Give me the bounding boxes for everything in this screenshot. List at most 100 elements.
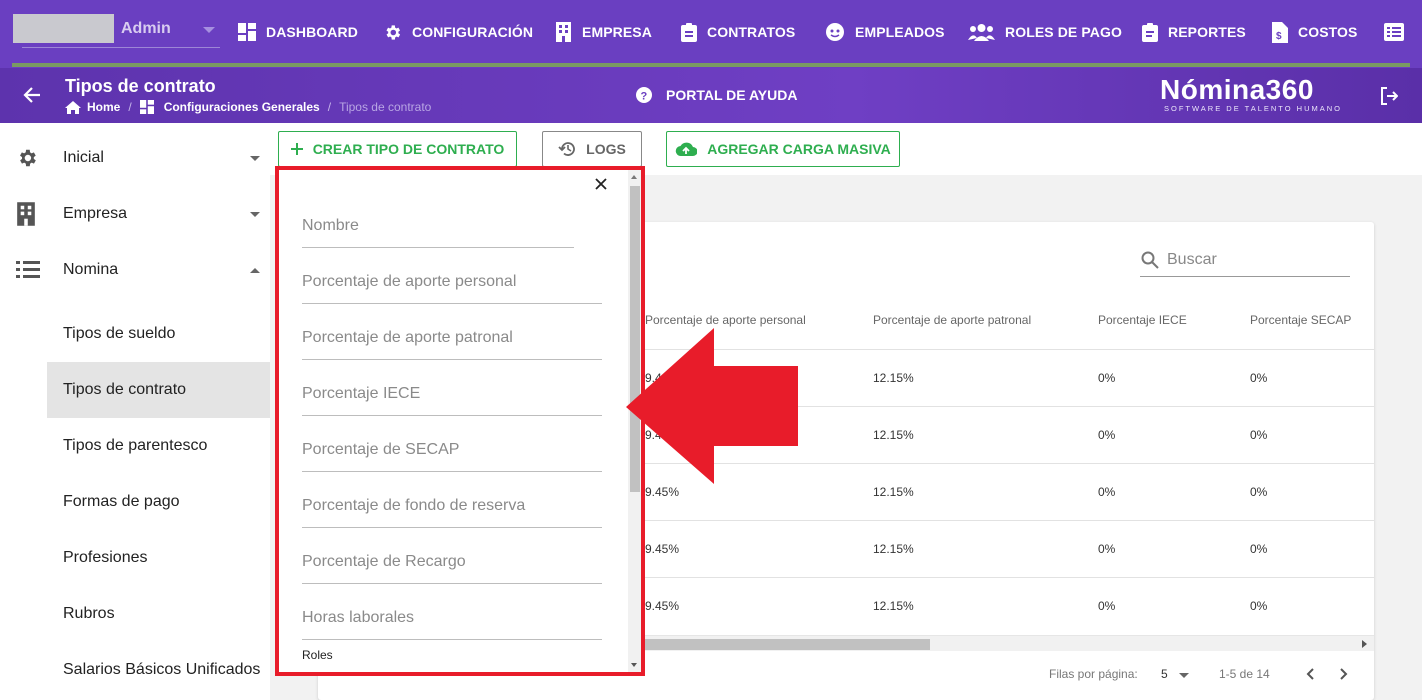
svg-text:$: $	[1276, 31, 1282, 42]
aporte-patronal-field[interactable]: Porcentaje de aporte patronal	[302, 326, 602, 360]
chevron-down-icon	[250, 211, 260, 217]
chevron-left-icon[interactable]	[1306, 668, 1314, 680]
user-dropdown-caret[interactable]	[203, 27, 215, 33]
cell-secap: 0%	[1250, 371, 1268, 385]
search-input[interactable]: Buscar	[1167, 251, 1217, 269]
sidebar-item-nomina[interactable]: Nomina	[0, 242, 270, 298]
close-icon[interactable]	[595, 178, 607, 190]
scroll-down-arrow[interactable]	[631, 663, 637, 667]
fondo-reserva-input[interactable]: Porcentaje de fondo de reserva	[302, 497, 525, 515]
history-icon	[558, 142, 576, 156]
nav-roles-de-pago[interactable]: ROLES DE PAGO	[968, 21, 1122, 43]
cloud-upload-icon	[676, 142, 698, 157]
chevron-down-icon	[250, 155, 260, 161]
sidebar-sub-profesiones[interactable]: Profesiones	[47, 530, 270, 586]
nav-empleados[interactable]: EMPLEADOS	[825, 21, 945, 43]
help-portal-link[interactable]: ? PORTAL DE AYUDA	[636, 87, 797, 103]
iece-input[interactable]: Porcentaje IECE	[302, 385, 420, 403]
brand-tagline: SOFTWARE DE TALENTO HUMANO	[1164, 104, 1342, 113]
nav-configuracion[interactable]: CONFIGURACIÓN	[383, 21, 533, 43]
column-header[interactable]: Porcentaje SECAP	[1250, 313, 1351, 327]
back-arrow-icon[interactable]	[23, 86, 41, 104]
cell-secap: 0%	[1250, 485, 1268, 499]
secap-field[interactable]: Porcentaje de SECAP	[302, 438, 602, 472]
user-select-underline	[22, 47, 220, 48]
sidebar-sub-label: Tipos de parentesco	[63, 437, 208, 454]
nav-costos[interactable]: $ COSTOS	[1271, 21, 1357, 43]
search-icon	[1141, 251, 1159, 269]
scroll-right-arrow[interactable]	[1362, 640, 1367, 648]
cell-aporte-personal: 9.45%	[645, 599, 680, 613]
rows-per-page-select[interactable]: 5	[1161, 667, 1168, 681]
column-header[interactable]: Porcentaje IECE	[1098, 313, 1187, 327]
nav-configuracion-label: CONFIGURACIÓN	[412, 24, 534, 40]
breadcrumb-home[interactable]: Home	[87, 100, 120, 114]
nav-roles-de-pago-label: ROLES DE PAGO	[1005, 24, 1122, 40]
aporte-patronal-input[interactable]: Porcentaje de aporte patronal	[302, 329, 513, 347]
chevron-down-icon[interactable]	[1179, 673, 1189, 678]
nav-reportes[interactable]: REPORTES	[1142, 21, 1246, 43]
cell-secap: 0%	[1250, 542, 1268, 556]
user-name[interactable]: Admin	[121, 20, 171, 38]
logout-icon[interactable]	[1380, 87, 1398, 105]
breadcrumb-current: Tipos de contrato	[339, 100, 432, 114]
sidebar-sub-label: Profesiones	[63, 549, 148, 566]
horas-laborales-field[interactable]: Horas laborales	[302, 606, 602, 640]
sidebar-sub-formas-de-pago[interactable]: Formas de pago	[47, 474, 270, 530]
cell-aporte-personal: 9.45%	[645, 542, 680, 556]
cell-aporte-patronal: 12.15%	[873, 542, 914, 556]
people-icon	[968, 24, 995, 41]
list-icon	[16, 261, 40, 278]
nombre-input[interactable]: Nombre	[302, 217, 359, 235]
filter-panel: Nombre Porcentaje de aporte personal Por…	[275, 166, 645, 676]
sidebar-sub-tipos-de-contrato[interactable]: Tipos de contrato	[47, 362, 270, 418]
sidebar-item-label: Inicial	[63, 149, 104, 166]
chevron-right-icon[interactable]	[1340, 668, 1348, 680]
horas-laborales-input[interactable]: Horas laborales	[302, 609, 414, 627]
column-header[interactable]: Porcentaje de aporte personal	[645, 313, 806, 327]
cell-iece: 0%	[1098, 542, 1116, 556]
nav-reportes-label: REPORTES	[1168, 24, 1246, 40]
aporte-personal-field[interactable]: Porcentaje de aporte personal	[302, 270, 602, 304]
nav-dashboard[interactable]: DASHBOARD	[238, 21, 358, 43]
loading-bar-fill	[12, 63, 1410, 67]
brand-name: Nómina360	[1160, 74, 1314, 105]
sidebar-item-inicial[interactable]: Inicial	[0, 130, 270, 186]
aporte-personal-input[interactable]: Porcentaje de aporte personal	[302, 273, 516, 291]
scroll-up-arrow[interactable]	[631, 175, 637, 179]
sidebar-sub-rubros[interactable]: Rubros	[47, 586, 270, 642]
rows-per-page-label: Filas por página:	[1049, 667, 1138, 681]
search-field[interactable]: Buscar	[1140, 244, 1350, 277]
plus-icon	[290, 143, 303, 155]
logs-button[interactable]: LOGS	[542, 131, 642, 167]
breadcrumb-configuraciones[interactable]: Configuraciones Generales	[164, 100, 320, 114]
home-icon	[65, 100, 81, 114]
nav-costos-label: COSTOS	[1298, 24, 1358, 40]
clipboard-icon	[681, 22, 697, 42]
building-icon	[17, 202, 35, 226]
file-dollar-icon: $	[1272, 21, 1288, 43]
sidebar-item-empresa[interactable]: Empresa	[0, 186, 270, 242]
sidebar-sub-salarios-basicos[interactable]: Salarios Básicos Unificados	[47, 642, 270, 698]
cell-aporte-patronal: 12.15%	[873, 485, 914, 499]
create-contract-type-button[interactable]: CREAR TIPO DE CONTRATO	[278, 131, 517, 167]
recargo-field[interactable]: Porcentaje de Recargo	[302, 550, 602, 584]
sidebar-sub-tipos-de-parentesco[interactable]: Tipos de parentesco	[47, 418, 270, 474]
iece-field[interactable]: Porcentaje IECE	[302, 382, 602, 416]
bulk-upload-button[interactable]: AGREGAR CARGA MASIVA	[666, 131, 900, 167]
cell-aporte-patronal: 12.15%	[873, 428, 914, 442]
recargo-input[interactable]: Porcentaje de Recargo	[302, 553, 466, 571]
user-avatar-placeholder[interactable]	[13, 14, 114, 43]
cell-iece: 0%	[1098, 599, 1116, 613]
nav-contratos[interactable]: CONTRATOS	[681, 21, 795, 43]
nav-more[interactable]	[1384, 21, 1404, 43]
sidebar-sub-label: Salarios Básicos Unificados	[63, 661, 261, 678]
sidebar-sub-tipos-de-sueldo[interactable]: Tipos de sueldo	[47, 306, 270, 362]
fondo-reserva-field[interactable]: Porcentaje de fondo de reserva	[302, 494, 602, 528]
list-box-icon	[1384, 23, 1404, 41]
nav-empresa[interactable]: EMPRESA	[555, 21, 652, 43]
pagination-range: 1-5 de 14	[1219, 667, 1270, 681]
column-header[interactable]: Porcentaje de aporte patronal	[873, 313, 1031, 327]
nombre-field[interactable]: Nombre	[302, 214, 574, 248]
secap-input[interactable]: Porcentaje de SECAP	[302, 441, 459, 459]
